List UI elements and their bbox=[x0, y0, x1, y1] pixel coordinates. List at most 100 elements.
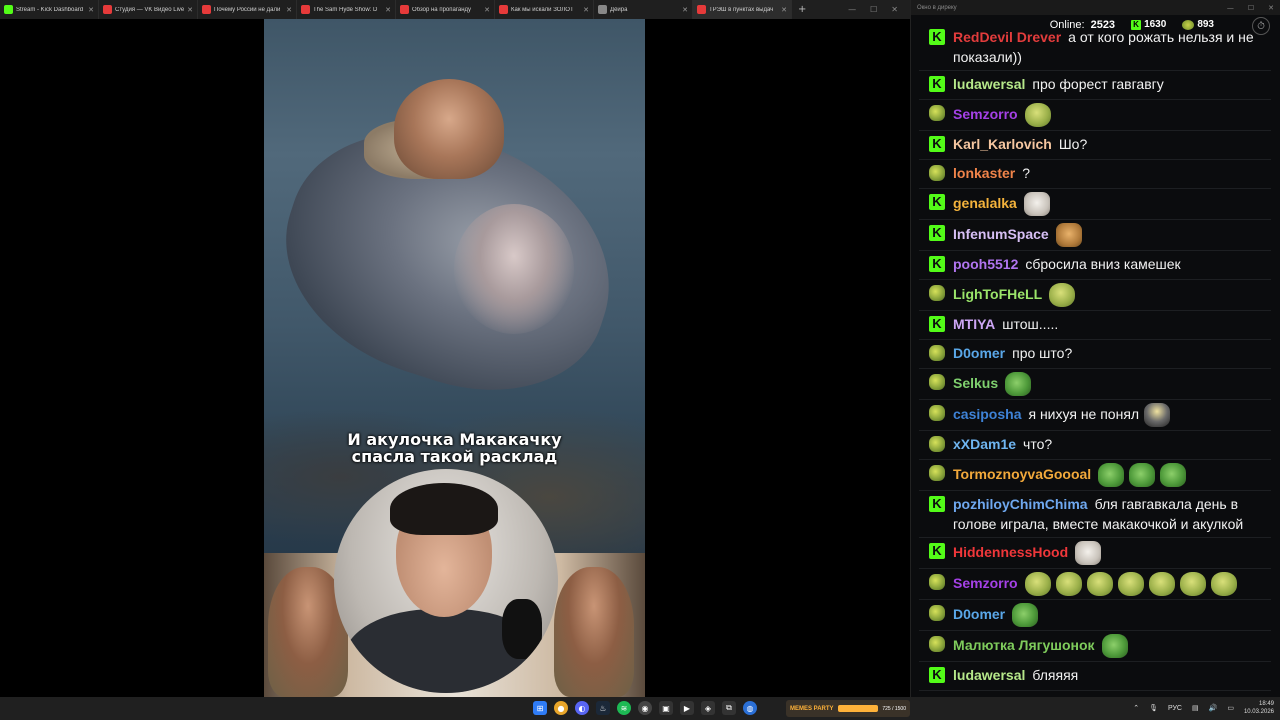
pepe-emote-icon bbox=[1117, 572, 1144, 596]
tray-chevron-icon[interactable]: ⌃ bbox=[1133, 704, 1139, 712]
chat-username[interactable]: TormoznoyvaGoooal bbox=[953, 466, 1091, 482]
right-monkey-image bbox=[554, 567, 634, 697]
maximize-icon[interactable]: ☐ bbox=[870, 5, 877, 14]
chat-username[interactable]: pooh5512 bbox=[953, 256, 1018, 272]
chat-username[interactable]: Karl_Karlovich bbox=[953, 136, 1052, 152]
chat-username[interactable]: Semzorro bbox=[953, 575, 1018, 591]
language-indicator[interactable]: РУС bbox=[1168, 705, 1182, 712]
tab-close-icon[interactable]: ✕ bbox=[484, 6, 490, 14]
chat-username[interactable]: pozhiloyChimChima bbox=[953, 496, 1088, 512]
memes-party-widget[interactable]: MEMES PARTY 725 / 1500 bbox=[786, 700, 910, 717]
steam-icon[interactable]: ♨ bbox=[596, 701, 610, 715]
chat-message-text: сбросила вниз камешек bbox=[1025, 256, 1181, 272]
chat-message-body: casiposha я нихуя не понял bbox=[953, 403, 1263, 427]
tab-title: Обзор на пропаганду bbox=[412, 6, 472, 13]
chat-username[interactable]: ludawersal bbox=[953, 667, 1025, 683]
chat-username[interactable]: ludawersal bbox=[953, 76, 1025, 92]
discord-icon[interactable]: ◐ bbox=[575, 701, 589, 715]
tab-favicon-icon bbox=[697, 5, 706, 14]
chat-username[interactable]: casiposha bbox=[953, 406, 1021, 422]
battery-icon[interactable]: ▭ bbox=[1227, 704, 1234, 712]
start-icon[interactable]: ⊞ bbox=[533, 701, 547, 715]
chat-username[interactable]: xXDam1e bbox=[953, 436, 1016, 452]
tab-close-icon[interactable]: ✕ bbox=[781, 6, 787, 14]
chat-username[interactable]: HiddennessHood bbox=[953, 544, 1068, 560]
kick-badge-icon: K bbox=[929, 316, 945, 332]
chat-username[interactable]: Semzorro bbox=[953, 106, 1018, 122]
tab-close-icon[interactable]: ✕ bbox=[583, 6, 589, 14]
browser-icon[interactable]: ◍ bbox=[743, 701, 757, 715]
frog-emote-icon bbox=[1012, 603, 1039, 627]
browser-tab[interactable]: Обзор на пропаганду ✕ bbox=[396, 0, 495, 19]
minimize-icon[interactable]: — bbox=[848, 5, 856, 14]
chat-username[interactable]: Малютка Лягушонок bbox=[953, 637, 1095, 653]
tab-close-icon[interactable]: ✕ bbox=[286, 6, 292, 14]
chat-message-body: LighToFHeLL bbox=[953, 283, 1263, 307]
chat-message-body: RedDevil Drever а от кого рожать нельзя и… bbox=[953, 27, 1263, 67]
tab-close-icon[interactable]: ✕ bbox=[88, 6, 94, 14]
chat-message-body: D0omer про што? bbox=[953, 343, 1263, 363]
new-tab-button[interactable]: + bbox=[792, 4, 812, 15]
tab-title: Студия — VK Видео Live bbox=[115, 6, 185, 13]
chat-message: TormoznoyvaGoooal bbox=[919, 460, 1271, 491]
tab-close-icon[interactable]: ✕ bbox=[385, 6, 391, 14]
chat-message-body: MTIYA штош..... bbox=[953, 314, 1263, 334]
app3-icon[interactable]: ◈ bbox=[701, 701, 715, 715]
chat-message-body: ludawersal бляяяя bbox=[953, 665, 1263, 685]
clock-date: 10.03.2026 bbox=[1243, 709, 1274, 715]
network-icon[interactable]: ▤ bbox=[1192, 704, 1199, 712]
frog-emote-icon bbox=[1129, 463, 1156, 487]
browser-tab[interactable]: Студия — VK Видео Live ✕ bbox=[99, 0, 198, 19]
browser-tab[interactable]: Stream - Kick Dashboard ✕ bbox=[0, 0, 99, 19]
chat-username[interactable]: MTIYA bbox=[953, 316, 995, 332]
kick-badge-icon: K bbox=[929, 225, 945, 241]
chat-username[interactable]: Selkus bbox=[953, 375, 998, 391]
chat-message: K RedDevil Drever а от кого рожать нельзя … bbox=[919, 27, 1271, 71]
chat-username[interactable]: lonkaster bbox=[953, 165, 1015, 181]
tab-title: Дёйра bbox=[610, 6, 628, 13]
clock[interactable]: 18:49 10.03.2026 bbox=[1244, 700, 1274, 716]
chrome-icon[interactable]: ● bbox=[554, 701, 568, 715]
pepe-emote-icon bbox=[1024, 103, 1051, 127]
pepe-emote-icon bbox=[1086, 572, 1113, 596]
microphone-image bbox=[502, 599, 542, 659]
obs-icon[interactable]: ◉ bbox=[638, 701, 652, 715]
chat-window-title: Окно в диреку bbox=[917, 4, 957, 11]
browser-tab[interactable]: Дёйра ✕ bbox=[594, 0, 693, 19]
browser-tab[interactable]: Почему России не дали ✕ bbox=[198, 0, 297, 19]
chat-close-icon[interactable]: ✕ bbox=[1268, 4, 1274, 12]
close-icon[interactable]: ✕ bbox=[891, 5, 898, 14]
mic-icon[interactable]: 🎙 bbox=[1149, 704, 1158, 712]
tab-title: Как мы искали ЗОЛОТ bbox=[511, 6, 574, 13]
video-frame[interactable]: И акулочка Макакачку спасла такой раскла… bbox=[264, 19, 645, 697]
browser-tab[interactable]: The Sam Hyde Show: D ✕ bbox=[297, 0, 396, 19]
chat-message-body: pozhiloyChimChima бля гавгавкала день в г… bbox=[953, 494, 1263, 534]
chat-message-body: Selkus bbox=[953, 372, 1263, 396]
app2-icon[interactable]: ▶ bbox=[680, 701, 694, 715]
app-icon[interactable]: ▣ bbox=[659, 701, 673, 715]
app4-icon[interactable]: ⧉ bbox=[722, 701, 736, 715]
chat-username[interactable]: LighToFHeLL bbox=[953, 286, 1042, 302]
chat-username[interactable]: D0omer bbox=[953, 345, 1005, 361]
browser-tab[interactable]: Как мы искали ЗОЛОТ ✕ bbox=[495, 0, 594, 19]
tab-close-icon[interactable]: ✕ bbox=[682, 6, 688, 14]
chat-username[interactable]: RedDevil Drever bbox=[953, 29, 1061, 45]
windows-taskbar: ⊞ ● ◐ ♨ ≋ ◉ ▣ ▶ ◈ ⧉ ◍ MEMES PARTY 725 / … bbox=[0, 697, 1280, 720]
chat-window-controls: — ☐ ✕ bbox=[1227, 4, 1274, 12]
tab-close-icon[interactable]: ✕ bbox=[187, 6, 193, 14]
chat-username[interactable]: genalalka bbox=[953, 195, 1017, 211]
chat-username[interactable]: D0omer bbox=[953, 606, 1005, 622]
tab-title: The Sam Hyde Show: D bbox=[313, 6, 378, 13]
tab-favicon-icon bbox=[598, 5, 607, 14]
chat-minimize-icon[interactable]: — bbox=[1227, 4, 1234, 12]
cat-emote-icon bbox=[1075, 541, 1102, 565]
chat-message: K InfenumSpace bbox=[919, 220, 1271, 251]
browser-tab[interactable]: ТРЭШ в пунктах выдач ✕ bbox=[693, 0, 792, 19]
chat-maximize-icon[interactable]: ☐ bbox=[1248, 4, 1254, 12]
video-player-area[interactable]: И акулочка Макакачку спасла такой раскла… bbox=[0, 19, 910, 697]
tab-favicon-icon bbox=[202, 5, 211, 14]
lion-emote-icon bbox=[1055, 223, 1082, 247]
volume-icon[interactable]: 🔊 bbox=[1209, 704, 1218, 712]
spotify-icon[interactable]: ≋ bbox=[617, 701, 631, 715]
chat-username[interactable]: InfenumSpace bbox=[953, 226, 1049, 242]
